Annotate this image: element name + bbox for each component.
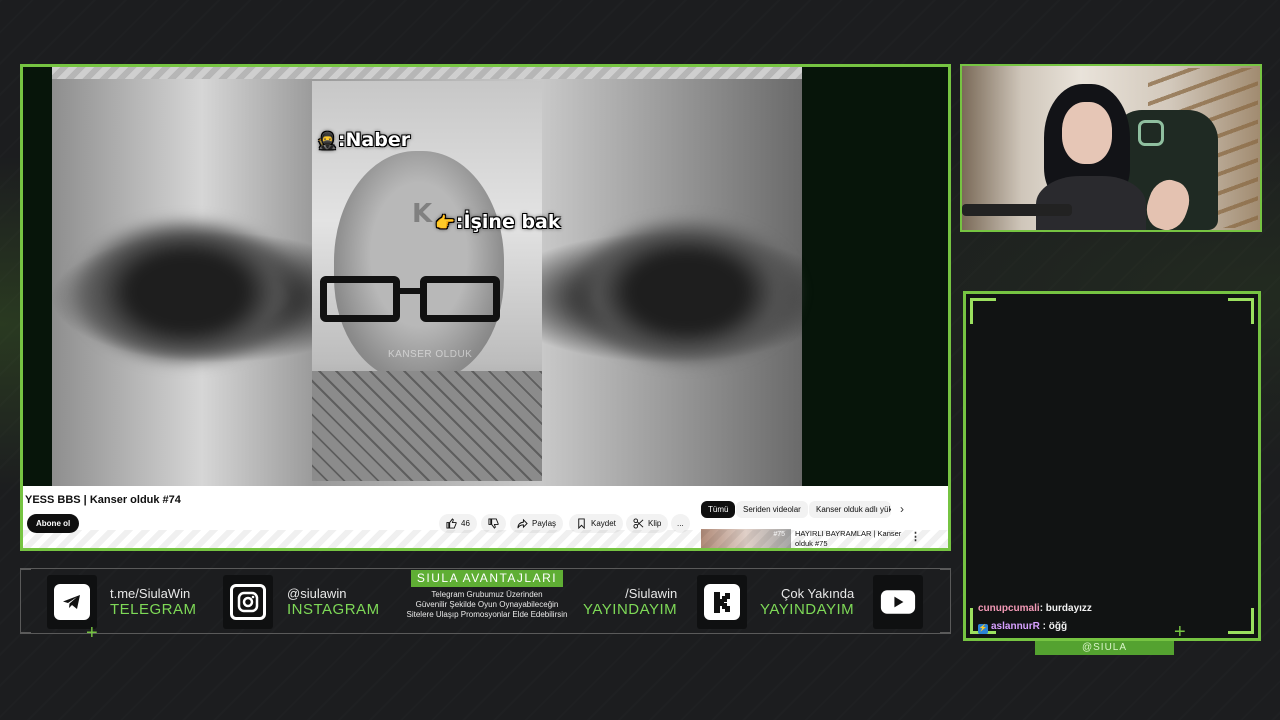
- face-shape: [334, 151, 504, 381]
- related-video-badge: #75: [773, 531, 785, 538]
- frame-corner: [970, 298, 996, 324]
- frame-corner: [1228, 298, 1254, 324]
- overlay-text-isine-bak: 👉:İşine bak: [435, 211, 561, 233]
- related-video-title[interactable]: HAYIRLI BAYRAMLAR | Kanser olduk #75: [795, 529, 903, 549]
- bookmark-icon: [578, 518, 585, 529]
- chat-text: : öğğ: [1039, 621, 1068, 632]
- caption-watermark: KANSER OLDUK: [388, 349, 473, 360]
- chat-message: cunupcumali: burdayızz: [978, 603, 1092, 614]
- instagram-icon[interactable]: [223, 575, 273, 629]
- promo-box: SIULA AVANTAJLARI Telegram Grubumuz Üzer…: [392, 569, 582, 620]
- kick-link[interactable]: /Siulawin YAYINDAYIM: [583, 586, 677, 619]
- instagram-link[interactable]: @siulawin INSTAGRAM: [287, 586, 380, 619]
- glasses: [320, 276, 502, 324]
- share-icon: [517, 518, 528, 529]
- overlay-text-naber: 🥷:Naber: [317, 129, 411, 151]
- blurred-eye-right: [572, 217, 802, 367]
- kick-icon[interactable]: [697, 575, 747, 629]
- share-button[interactable]: Paylaş: [510, 514, 564, 533]
- telegram-icon[interactable]: [47, 575, 97, 629]
- webcam-frame: [960, 64, 1262, 232]
- youtube-link[interactable]: Çok Yakında YAYINDAYIM: [760, 586, 854, 619]
- video-watermark: K: [412, 199, 433, 229]
- frame-corner: [1228, 608, 1254, 634]
- chat-tag: @SIULA: [1035, 641, 1174, 655]
- blurred-eye-left: [72, 217, 302, 367]
- save-button[interactable]: Kaydet: [569, 514, 623, 533]
- chat-text: : burdayızz: [1039, 603, 1092, 614]
- microphone-arm: [962, 204, 1072, 216]
- clip-button[interactable]: Klip: [626, 514, 669, 533]
- video-title: YESS BBS | Kanser olduk #74: [25, 494, 181, 506]
- chevron-right-icon[interactable]: ›: [900, 502, 904, 516]
- promo-text: Telegram Grubumuz Üzerinden Güvenilir Şe…: [406, 590, 568, 619]
- more-actions-button[interactable]: ...: [671, 514, 690, 533]
- thumbs-up-icon: [446, 518, 457, 529]
- chat-message: ⚡ aslannurR : öğğ: [978, 621, 1067, 634]
- youtube-icon[interactable]: [873, 575, 923, 629]
- social-bar: t.me/SiulaWin TELEGRAM @siulawin INSTAGR…: [20, 568, 951, 634]
- chip-uploader-videos[interactable]: Kanser olduk adlı yük: [809, 501, 891, 518]
- video-frame: K KANSER OLDUK 🥷:Naber 👉:İşine bak: [52, 67, 802, 486]
- chat-username[interactable]: aslannurR: [991, 621, 1040, 632]
- dislike-button[interactable]: [481, 514, 506, 533]
- chip-all[interactable]: Tümü: [701, 501, 736, 518]
- telegram-link[interactable]: t.me/SiulaWin TELEGRAM: [110, 586, 197, 619]
- scissors-icon: [633, 518, 644, 529]
- like-button[interactable]: 46: [439, 514, 477, 533]
- chat-username[interactable]: cunupcumali: [978, 603, 1040, 614]
- kebab-menu-icon[interactable]: ⋮: [910, 530, 921, 543]
- subscribe-button[interactable]: Abone ol: [27, 514, 80, 533]
- pointing-hand-emoji-icon: 👉: [435, 213, 455, 232]
- video-player[interactable]: K KANSER OLDUK 🥷:Naber 👉:İşine bak: [23, 67, 948, 486]
- promo-title: SIULA AVANTAJLARI: [410, 570, 564, 587]
- like-count: 46: [461, 519, 470, 528]
- thumbs-down-icon: [488, 518, 499, 529]
- ninja-emoji-icon: 🥷: [317, 131, 337, 150]
- plus-decoration-icon: +: [86, 622, 98, 644]
- youtube-info-bar: YESS BBS | Kanser olduk #74 Abone ol 46 …: [23, 486, 948, 548]
- chat-badge-icon: ⚡: [978, 624, 988, 634]
- related-video-thumbnail[interactable]: #75: [701, 529, 791, 548]
- plus-decoration-icon: +: [1174, 621, 1186, 643]
- main-capture-frame: K KANSER OLDUK 🥷:Naber 👉:İşine bak YESS …: [20, 64, 951, 551]
- chip-series-videos[interactable]: Seriden videolar: [736, 501, 808, 518]
- shirt-pattern: [312, 371, 542, 481]
- chat-panel: cunupcumali: burdayızz ⚡ aslannurR : öğğ: [963, 291, 1261, 641]
